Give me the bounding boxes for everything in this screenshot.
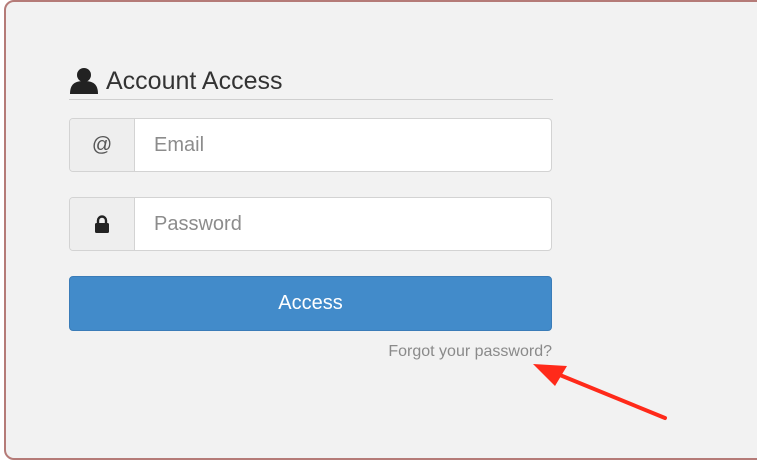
page-title: Account Access [106,67,283,95]
password-input-group [69,197,552,251]
email-input[interactable] [135,119,551,171]
at-sign-icon: @ [70,119,135,171]
account-access-heading: Account Access [69,66,553,100]
password-input[interactable] [135,198,551,250]
red-arrow-icon [533,364,667,420]
user-icon [70,68,98,94]
forgot-password-link[interactable]: Forgot your password? [388,343,552,361]
email-input-group: @ [69,118,552,172]
lock-icon [70,198,135,250]
access-button[interactable]: Access [69,276,552,331]
